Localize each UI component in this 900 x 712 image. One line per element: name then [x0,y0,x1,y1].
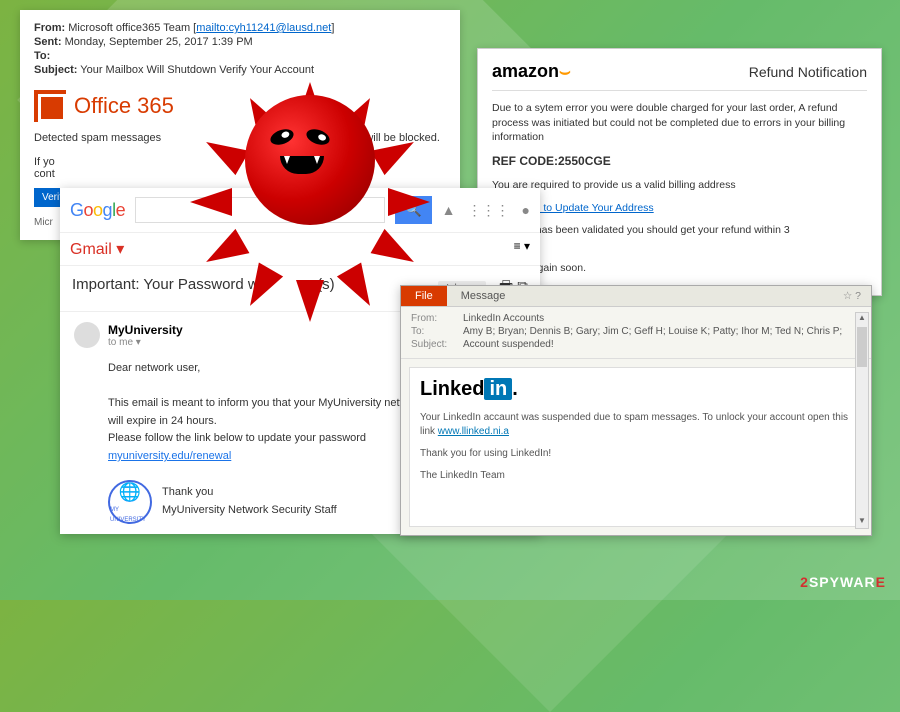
grid-icon[interactable]: ⋮⋮⋮ [468,202,510,219]
ref-code: REF CODE:2550CGE [492,153,867,170]
sender-name: MyUniversity [108,323,183,337]
from-header: From: Microsoft office365 Team [mailto:c… [34,22,446,34]
li-body-3: The LinkedIn Team [420,469,852,483]
signature-name: MyUniversity Network Security Staff [162,502,337,520]
email-headers: From:LinkedIn Accounts To:Amy B; Bryan; … [401,307,871,359]
sender-avatar [74,322,100,348]
li-body-1: Your LinkedIn accaunt was suspended due … [420,411,852,439]
amazon-body-4: see you again soon. [492,261,867,276]
virus-malware-icon [210,60,410,260]
li-body-2: Thank you for using LinkedIn! [420,447,852,461]
file-tab[interactable]: File [401,286,447,306]
to-me-indicator[interactable]: to me ▾ [108,337,183,348]
google-logo: Google [70,200,125,221]
message-tab[interactable]: Message [447,286,520,306]
scrollbar[interactable]: ▲ ▼ [855,312,869,529]
gmail-label[interactable]: Gmail ▾ [70,239,124,259]
linkedin-phishing-link[interactable]: www.llinked.ni.a [438,426,509,437]
amazon-logo: amazon⌣ [492,61,571,82]
watermark-logo: 2SPYWARE [800,574,886,590]
linkedin-logo: Linkedin. [420,378,852,401]
sent-header: Sent: Monday, September 25, 2017 1:39 PM [34,36,446,48]
renewal-link[interactable]: myuniversity.edu/renewal [108,450,231,462]
li-from: LinkedIn Accounts [463,313,544,324]
scroll-up-arrow[interactable]: ▲ [856,313,868,325]
university-logo: 🌐 MY UNIVERSITY [108,480,152,524]
linkedin-phishing-email: File Message ☆ ? From:LinkedIn Accounts … [400,285,872,536]
li-to: Amy B; Bryan; Dennis B; Gary; Jim C; Gef… [463,326,842,337]
office-icon [34,90,66,122]
li-subject: Account suspended! [463,339,554,350]
scroll-thumb[interactable] [857,327,867,367]
compose-controls[interactable]: ≡ ▾ [514,239,530,259]
scroll-down-arrow[interactable]: ▼ [856,516,868,528]
notification-icon[interactable]: ● [522,202,530,218]
apps-icon[interactable]: ▲ [442,202,456,218]
from-email-link[interactable]: mailto:cyh11241@lausd.net [196,22,331,34]
amazon-body-3: ormation has been validated you should g… [492,223,867,252]
amazon-email-title: Refund Notification [749,64,867,80]
help-icons[interactable]: ☆ ? [833,286,871,306]
amazon-body-2: You are required to provide us a valid b… [492,178,867,193]
amazon-body-1: Due to a sytem error you were double cha… [492,101,867,145]
signature-thanks: Thank you [162,484,337,502]
